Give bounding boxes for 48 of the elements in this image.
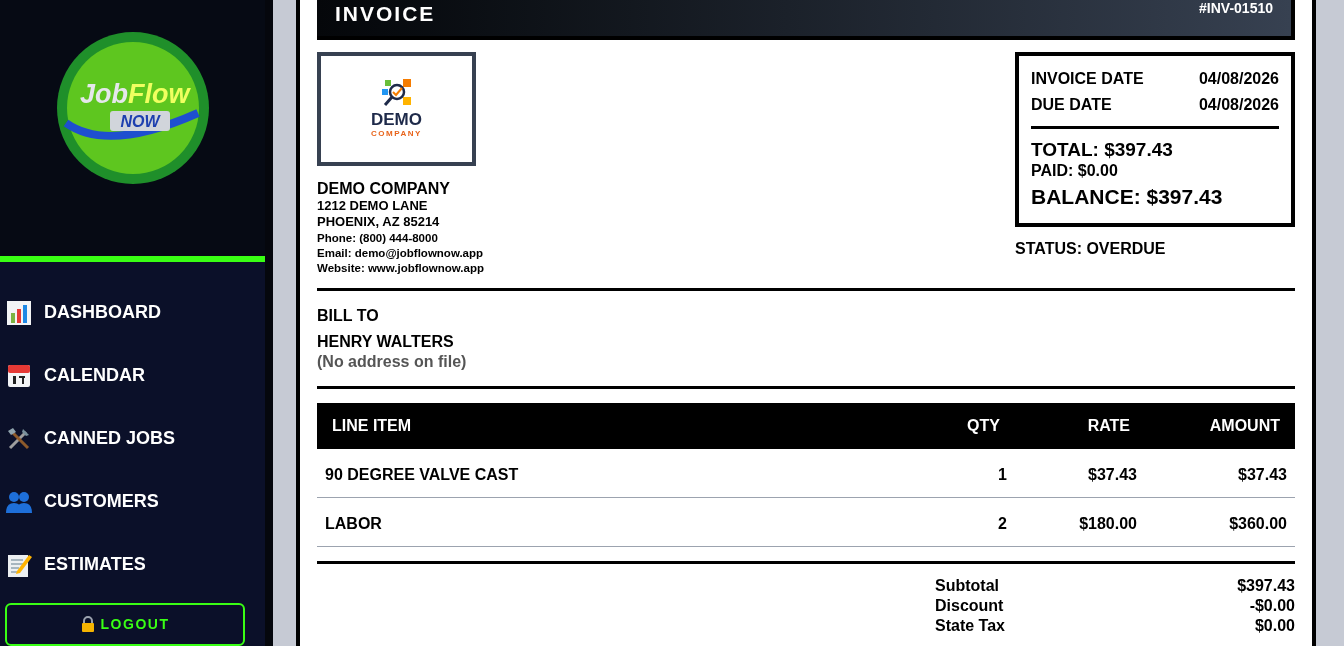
invoice-number: #INV-01510 [1199,0,1273,18]
paid-amount: PAID: $0.00 [1031,161,1119,181]
magnifier-icon [380,79,413,109]
logo-tagline: COMPANY [371,129,422,139]
lock-icon [80,616,95,633]
date-value: 04/08/2026 [1198,95,1279,115]
invoice-status: STATUS: OVERDUE [1015,239,1167,259]
bar-chart-icon [5,298,33,327]
column-header: LINE ITEM [332,416,413,436]
totals-label: State Tax [935,616,1005,636]
totals-value: $397.43 [1237,576,1295,596]
table-cell-text: LABOR [325,514,383,534]
company-email: Email: demo@jobflownow.app [317,246,484,261]
totals-value: $0.00 [1254,616,1295,636]
totals-label: Discount [935,596,1004,616]
logout-button[interactable]: LOGOUT [5,602,245,646]
bill-to-heading: BILL TO [317,306,380,326]
nav-item[interactable]: DASHBOARD [5,298,265,327]
table-cell-text: $180.00 [1078,514,1137,534]
company-website: Website: www.jobflownow.app [317,261,484,276]
column-header: RATE [1086,416,1130,436]
company-name: DEMO COMPANY [317,179,452,198]
company-address: PHOENIX, AZ 85214 [317,214,441,230]
date-label: DUE DATE [1031,95,1112,115]
balance-amount: BALANCE: $397.43 [1031,184,1224,210]
column-header: QTY [966,416,1000,436]
nav-item[interactable]: CANNED JOBS [5,424,265,453]
customer-name: HENRY WALTERS [317,332,455,352]
table-cell-text: $360.00 [1228,514,1287,534]
nav-item[interactable]: ESTIMATES [5,550,265,579]
column-header: AMOUNT [1208,416,1280,436]
customer-address: (No address on file) [317,352,468,372]
logo-name: DEMO [371,111,422,129]
total-amount: TOTAL: $397.43 [1031,139,1174,161]
date-value: 04/08/2026 [1198,69,1279,89]
company-address: 1212 DEMO LANE [317,198,429,214]
date-label: INVOICE DATE [1031,69,1144,89]
company-phone: Phone: (800) 444-8000 [317,231,439,246]
table-cell-text: $37.43 [1237,465,1287,485]
nav-item[interactable]: CUSTOMERS [5,487,265,516]
invoice-title: INVOICE [335,1,436,27]
totals-value: -$0.00 [1249,596,1295,616]
table-cell-text: 1 [997,465,1007,485]
table-cell-text: $37.43 [1087,465,1137,485]
nav-item[interactable]: CALENDAR [5,361,265,390]
totals-label: Subtotal [935,576,999,596]
table-cell-text: 90 DEGREE VALVE CAST [325,465,520,485]
table-cell-text: 2 [997,514,1007,534]
